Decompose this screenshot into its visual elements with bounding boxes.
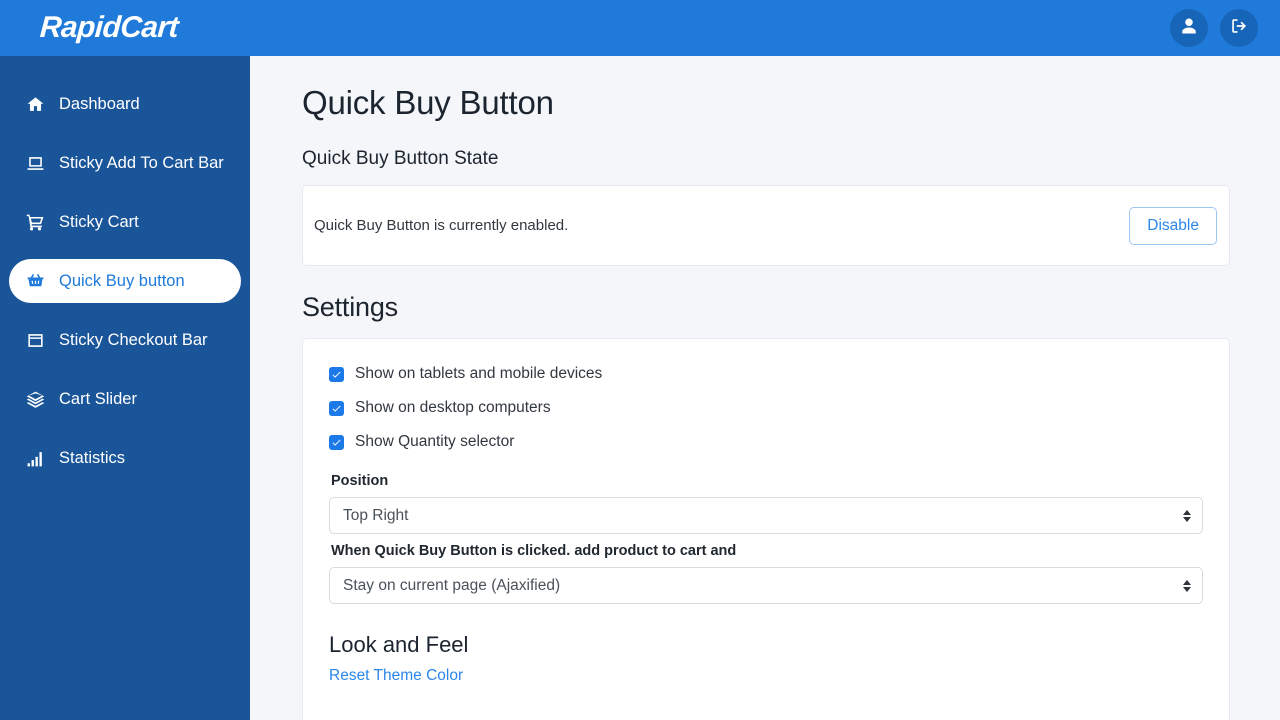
user-icon (1180, 17, 1198, 40)
position-field-group: Position Top Right (329, 473, 1203, 534)
checkbox-row-tablets-mobile[interactable]: Show on tablets and mobile devices (329, 365, 1203, 383)
click-action-select-value: Stay on current page (Ajaxified) (343, 576, 561, 594)
top-header: RapidCart (0, 0, 1280, 56)
settings-section-heading: Settings (302, 292, 398, 322)
chevron-updown-icon (1183, 579, 1191, 592)
sidebar-item-sticky-cart[interactable]: Sticky Cart (9, 200, 241, 244)
sidebar-item-label: Sticky Checkout Bar (59, 330, 208, 349)
basket-icon (23, 271, 47, 291)
disable-button[interactable]: Disable (1129, 206, 1217, 245)
app-logo[interactable]: RapidCart (39, 11, 179, 45)
app-root: RapidCart Dashboard Sticky Add To Cart B… (0, 0, 1280, 720)
sidebar-item-label: Dashboard (59, 94, 140, 113)
sidebar-item-sticky-add-to-cart-bar[interactable]: Sticky Add To Cart Bar (9, 141, 241, 185)
page-title: Quick Buy Button (302, 84, 554, 121)
look-and-feel-heading: Look and Feel (329, 632, 469, 657)
checkbox-checked-icon[interactable] (329, 400, 344, 416)
sidebar-item-quick-buy-button[interactable]: Quick Buy button (9, 259, 241, 303)
chevron-updown-icon (1183, 509, 1191, 522)
main-content: Quick Buy Button Quick Buy Button State … (250, 56, 1280, 720)
sidebar-item-label: Cart Slider (59, 389, 137, 408)
checkbox-label: Show Quantity selector (355, 433, 515, 450)
checkbox-checked-icon[interactable] (329, 434, 344, 450)
logout-icon (1230, 17, 1248, 40)
sidebar-item-label: Statistics (59, 448, 126, 467)
click-action-field-group: When Quick Buy Button is clicked. add pr… (329, 543, 1203, 604)
checkbox-checked-icon[interactable] (329, 366, 344, 382)
sidebar-item-label: Quick Buy button (59, 271, 185, 290)
sidebar-item-cart-slider[interactable]: Cart Slider (9, 377, 241, 421)
sidebar-item-dashboard[interactable]: Dashboard (9, 82, 241, 126)
home-icon (23, 94, 47, 114)
status-text: Quick Buy Button is currently enabled. (314, 217, 569, 234)
shopping-cart-icon (23, 212, 47, 232)
layers-icon (23, 389, 47, 409)
position-label: Position (331, 473, 389, 489)
logout-button[interactable] (1220, 9, 1258, 47)
click-action-label: When Quick Buy Button is clicked. add pr… (331, 543, 737, 559)
checkbox-label: Show on tablets and mobile devices (355, 365, 603, 382)
logo-text-secondary: Cart (119, 11, 180, 44)
sidebar-item-statistics[interactable]: Statistics (9, 436, 241, 480)
reset-theme-color-link[interactable]: Reset Theme Color (329, 667, 463, 684)
bar-chart-icon (23, 448, 47, 468)
position-select-value: Top Right (343, 506, 409, 524)
logo-text-primary: Rapid (38, 11, 122, 44)
state-section-heading: Quick Buy Button State (302, 148, 499, 169)
checkbox-label: Show on desktop computers (355, 399, 551, 416)
sidebar-item-label: Sticky Cart (59, 212, 139, 231)
state-card: Quick Buy Button is currently enabled. D… (302, 185, 1230, 266)
sidebar-nav: Dashboard Sticky Add To Cart Bar Sticky … (0, 56, 250, 720)
settings-card: Show on tablets and mobile devices Show … (302, 338, 1230, 720)
window-icon (23, 330, 47, 350)
account-button[interactable] (1170, 9, 1208, 47)
position-select[interactable]: Top Right (329, 497, 1203, 534)
checkbox-row-desktop[interactable]: Show on desktop computers (329, 399, 1203, 417)
click-action-select[interactable]: Stay on current page (Ajaxified) (329, 567, 1203, 604)
sidebar-item-sticky-checkout-bar[interactable]: Sticky Checkout Bar (9, 318, 241, 362)
sidebar-item-label: Sticky Add To Cart Bar (59, 153, 224, 172)
checkbox-row-quantity-selector[interactable]: Show Quantity selector (329, 433, 1203, 451)
header-actions (1170, 9, 1258, 47)
laptop-icon (23, 153, 47, 173)
